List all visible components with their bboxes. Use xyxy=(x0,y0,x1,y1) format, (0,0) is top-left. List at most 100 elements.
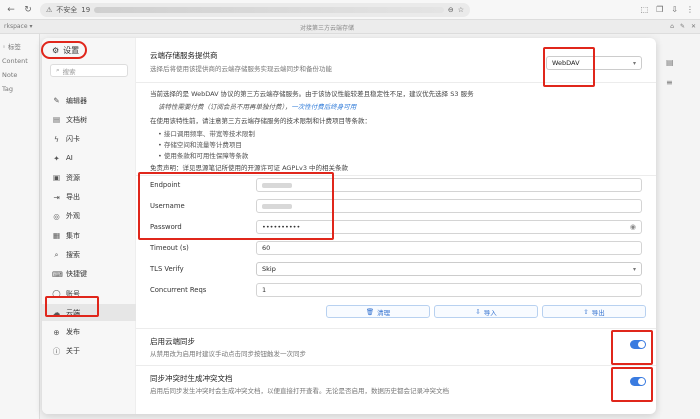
settings-title: ⚙ 设置 xyxy=(52,45,79,56)
info-terms: 在使用该特性前，请注意第三方云端存储服务的技术限制和计费项目等条款： xyxy=(150,117,371,125)
app-tab-strip: rkspace ▾ 对接第三方云端存储 ⌂ ✎ ✕ xyxy=(0,20,700,34)
settings-nav-item[interactable]: ⇥ 导出 xyxy=(42,189,136,206)
nav-icon: ⌨ xyxy=(52,269,63,279)
provider-select[interactable]: WebDAV ▾ xyxy=(546,56,642,70)
workspace-switcher[interactable]: rkspace ▾ xyxy=(4,23,32,30)
background-sidebar: ◦ 标签 Content Note Tag xyxy=(0,34,40,419)
settings-nav-item[interactable]: ϟ 闪卡 xyxy=(42,131,136,148)
disclaimer: 免责声明：详见思源笔记所使用的开源许可证 AGPLv3 中的相关条款 xyxy=(150,164,349,172)
bg-sidebar-item[interactable]: Note xyxy=(2,68,39,82)
bullet-item: • 使用条款和可用性保障等条款 xyxy=(158,152,249,160)
settings-nav-label: 快捷键 xyxy=(66,270,87,279)
info-pricing-text: 该特性需要付费（订阅会员不用再单独付费）， xyxy=(158,103,292,111)
conflict-desc: 启用后同步发生冲突时会生成冲突文档，以便直接打开查看。无论是否启用，数据历史都会… xyxy=(150,387,449,395)
settings-nav-item[interactable]: ▤ 文档树 xyxy=(42,111,136,128)
settings-nav-label: 集市 xyxy=(66,231,80,240)
nav-icon: ✦ xyxy=(53,153,60,163)
upload-icon: ⇧ xyxy=(583,307,589,316)
nav-icon: ▦ xyxy=(52,231,61,241)
search-icon: ⌕ xyxy=(56,66,60,74)
dock-list-icon[interactable]: ≡ xyxy=(666,78,674,87)
edit-icon[interactable]: ✎ xyxy=(680,23,685,30)
password-input[interactable]: •••••••••• ◉ xyxy=(256,220,642,234)
settings-nav-item[interactable]: ✎ 编辑器 xyxy=(42,92,136,109)
settings-nav-item[interactable]: ▣ 资源 xyxy=(42,169,136,186)
divider xyxy=(136,365,656,366)
timeout-value: 60 xyxy=(262,244,271,252)
close-icon[interactable]: ✕ xyxy=(691,23,696,30)
nav-icon: ϟ xyxy=(54,134,59,144)
purge-button[interactable]: 🗑 清理 xyxy=(326,305,430,318)
settings-nav-item[interactable]: ⊕ 发布 xyxy=(42,324,136,341)
concurrent-reqs-input[interactable]: 1 xyxy=(256,283,642,297)
pricing-link[interactable]: 一次性付费后终身可用 xyxy=(291,103,356,111)
export-button[interactable]: ⇧ 导出 xyxy=(542,305,646,318)
provider-select-value: WebDAV xyxy=(552,59,580,67)
address-bar[interactable]: ⚠ 不安全 19 ⊖ ☆ xyxy=(40,2,470,17)
browser-toolbar: ← ↻ ⚠ 不安全 19 ⊖ ☆ ⬚ ❐ ⇩ ⋮ xyxy=(0,0,700,20)
settings-nav-item[interactable]: ▦ 集市 xyxy=(42,227,136,244)
dock-grid-icon[interactable]: ▤ xyxy=(666,58,674,67)
settings-nav-item[interactable]: ✦ AI xyxy=(42,150,136,167)
divider xyxy=(136,175,656,176)
divider xyxy=(136,328,656,329)
settings-nav-item[interactable]: ⌨ 快捷键 xyxy=(42,266,136,283)
nav-icon: ◯ xyxy=(52,289,61,298)
settings-nav-item[interactable]: ◎ 外观 xyxy=(42,208,136,225)
star-icon[interactable]: ☆ xyxy=(458,6,464,14)
home-icon[interactable]: ⌂ xyxy=(670,23,674,30)
settings-nav-label: 导出 xyxy=(66,193,80,201)
settings-nav-item[interactable]: ☁ 云端 xyxy=(42,304,136,322)
conflict-title: 同步冲突时生成冲突文档 xyxy=(150,374,233,383)
settings-nav-label: AI xyxy=(66,154,73,163)
zoom-icon[interactable]: ⊖ xyxy=(448,6,454,14)
password-value: •••••••••• xyxy=(262,223,301,231)
endpoint-input[interactable] xyxy=(256,178,642,192)
settings-nav-label: 文档树 xyxy=(66,115,87,124)
settings-nav-label: 搜索 xyxy=(66,250,80,259)
provider-desc: 选择后将使用该提供商的云端存储服务实现云端同步和备份功能 xyxy=(150,65,332,73)
nav-icon: ▣ xyxy=(52,173,61,183)
menu-icon[interactable]: ⋮ xyxy=(686,5,694,14)
extension-icon[interactable]: ⬚ xyxy=(641,5,649,14)
endpoint-label: Endpoint xyxy=(150,181,181,189)
purge-button-label: 清理 xyxy=(377,308,391,317)
bg-sidebar-item[interactable]: Tag xyxy=(2,82,39,96)
sync-toggle[interactable] xyxy=(630,340,646,349)
conflict-toggle[interactable] xyxy=(630,377,646,386)
sync-title: 启用云端同步 xyxy=(150,337,195,346)
nav-icon: ⓘ xyxy=(52,346,61,356)
bg-sidebar-item[interactable]: Content xyxy=(2,54,39,68)
settings-nav-item[interactable]: ⓘ 关于 xyxy=(42,343,136,360)
password-label: Password xyxy=(150,223,182,231)
settings-nav-label: 发布 xyxy=(66,328,80,337)
info-pricing: 该特性需要付费（订阅会员不用再单独付费），一次性付费后终身可用 xyxy=(158,101,356,111)
url-redacted xyxy=(94,6,444,13)
timeout-input[interactable]: 60 xyxy=(256,241,642,255)
download-icon: ⇩ xyxy=(475,307,481,316)
reload-icon[interactable]: ↻ xyxy=(23,5,33,15)
bg-sidebar-item[interactable]: ◦ 标签 xyxy=(2,40,39,54)
nav-icon: ▤ xyxy=(52,115,61,125)
username-input[interactable] xyxy=(256,199,642,213)
eye-icon[interactable]: ◉ xyxy=(630,223,636,231)
tls-verify-select[interactable]: Skip ▾ xyxy=(256,262,642,276)
settings-nav-item[interactable]: ⌕ 搜索 xyxy=(42,246,136,263)
settings-title-label: 设置 xyxy=(63,46,80,55)
export-button-label: 导出 xyxy=(591,308,605,317)
settings-search-input[interactable]: ⌕ 搜索 xyxy=(50,64,128,77)
copy-icon[interactable]: ❐ xyxy=(656,5,663,14)
settings-nav-label: 云端 xyxy=(66,308,80,317)
back-arrow-icon[interactable]: ← xyxy=(6,5,16,15)
nav-icon: ◎ xyxy=(53,211,60,221)
import-button[interactable]: ⇩ 导入 xyxy=(434,305,538,318)
settings-dialog: ⚙ 设置 ⌕ 搜索 ✎ 编辑器 ▤ 文档树 ϟ 闪卡 ✦ AI ▣ 资源 ⇥ 导出 ◎ 外观 ▦ 集市 ⌕ 搜索 ⌨… xyxy=(42,38,656,414)
tls-verify-label: TLS Verify xyxy=(150,265,184,273)
timeout-label: Timeout (s) xyxy=(150,244,189,252)
download-icon[interactable]: ⇩ xyxy=(671,5,678,14)
url-text: 19 xyxy=(81,5,91,14)
settings-nav-item[interactable]: ◯ 账号 xyxy=(42,285,136,302)
settings-nav-label: 外观 xyxy=(66,212,80,221)
chevron-down-icon: ▾ xyxy=(632,60,636,67)
gear-icon: ⚙ xyxy=(52,46,60,55)
